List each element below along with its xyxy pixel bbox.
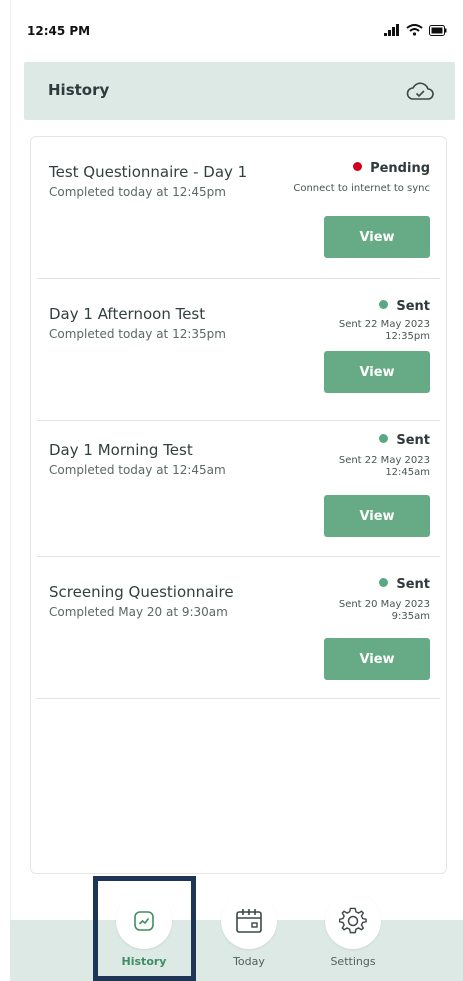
signal-icon (384, 24, 399, 36)
view-button[interactable]: View (324, 351, 430, 393)
status-label: Sent (396, 299, 430, 314)
status-bar: 12:45 PM (27, 24, 457, 44)
status-icons (384, 24, 447, 36)
status-badge: Sent (379, 299, 430, 314)
highlight-box (93, 876, 196, 981)
calendar-icon (236, 909, 262, 933)
tab-settings-button[interactable] (325, 893, 381, 949)
cloud-check-icon[interactable] (405, 78, 435, 104)
wifi-icon (406, 24, 423, 36)
tab-today[interactable]: Today (209, 893, 289, 978)
bottom-tab-bar: History Today Settings (10, 893, 463, 981)
entry-subtitle: Completed May 20 at 9:30am (49, 605, 228, 619)
entry-subtitle: Completed today at 12:35pm (49, 327, 226, 341)
sent-note: Sent 22 May 2023 12:45am (338, 455, 430, 478)
tab-today-button[interactable] (221, 893, 277, 949)
status-badge: Pending (353, 161, 430, 176)
tab-settings[interactable]: Settings (313, 893, 393, 978)
status-badge: Sent (379, 577, 430, 592)
status-dot (379, 434, 389, 443)
entry-subtitle: Completed today at 12:45pm (49, 185, 226, 199)
list-item: Day 1 Afternoon Test Completed today at … (37, 279, 440, 421)
view-button[interactable]: View (324, 495, 430, 537)
status-badge: Sent (379, 433, 430, 448)
entry-title: Test Questionnaire - Day 1 (49, 163, 248, 181)
view-button[interactable]: View (324, 216, 430, 258)
sent-note: Sent 20 May 2023 9:35am (338, 599, 430, 622)
status-dot (379, 578, 389, 587)
status-dot (379, 300, 389, 309)
status-time: 12:45 PM (27, 24, 91, 38)
list-item: Screening Questionnaire Completed May 20… (37, 557, 440, 699)
entry-title: Day 1 Morning Test (49, 441, 193, 459)
gear-icon (339, 907, 367, 934)
list-item: Day 1 Morning Test Completed today at 12… (37, 415, 440, 557)
status-dot (353, 162, 363, 171)
entry-subtitle: Completed today at 12:45am (49, 463, 226, 477)
battery-icon (429, 24, 447, 36)
status-label: Sent (396, 433, 430, 448)
entry-title: Day 1 Afternoon Test (49, 305, 206, 323)
entry-title: Screening Questionnaire (49, 583, 234, 601)
tab-label: Today (233, 955, 265, 968)
sent-note: Sent 22 May 2023 12:35pm (338, 319, 430, 342)
page-title: History (48, 81, 110, 99)
status-label: Pending (370, 161, 430, 176)
page-header: History (24, 62, 455, 120)
view-button[interactable]: View (324, 638, 430, 680)
sync-note: Connect to internet to sync (293, 183, 430, 194)
status-label: Sent (396, 577, 430, 592)
history-list: Test Questionnaire - Day 1 Completed tod… (30, 136, 447, 874)
list-item: Test Questionnaire - Day 1 Completed tod… (37, 137, 440, 279)
tab-label: Settings (330, 955, 376, 968)
